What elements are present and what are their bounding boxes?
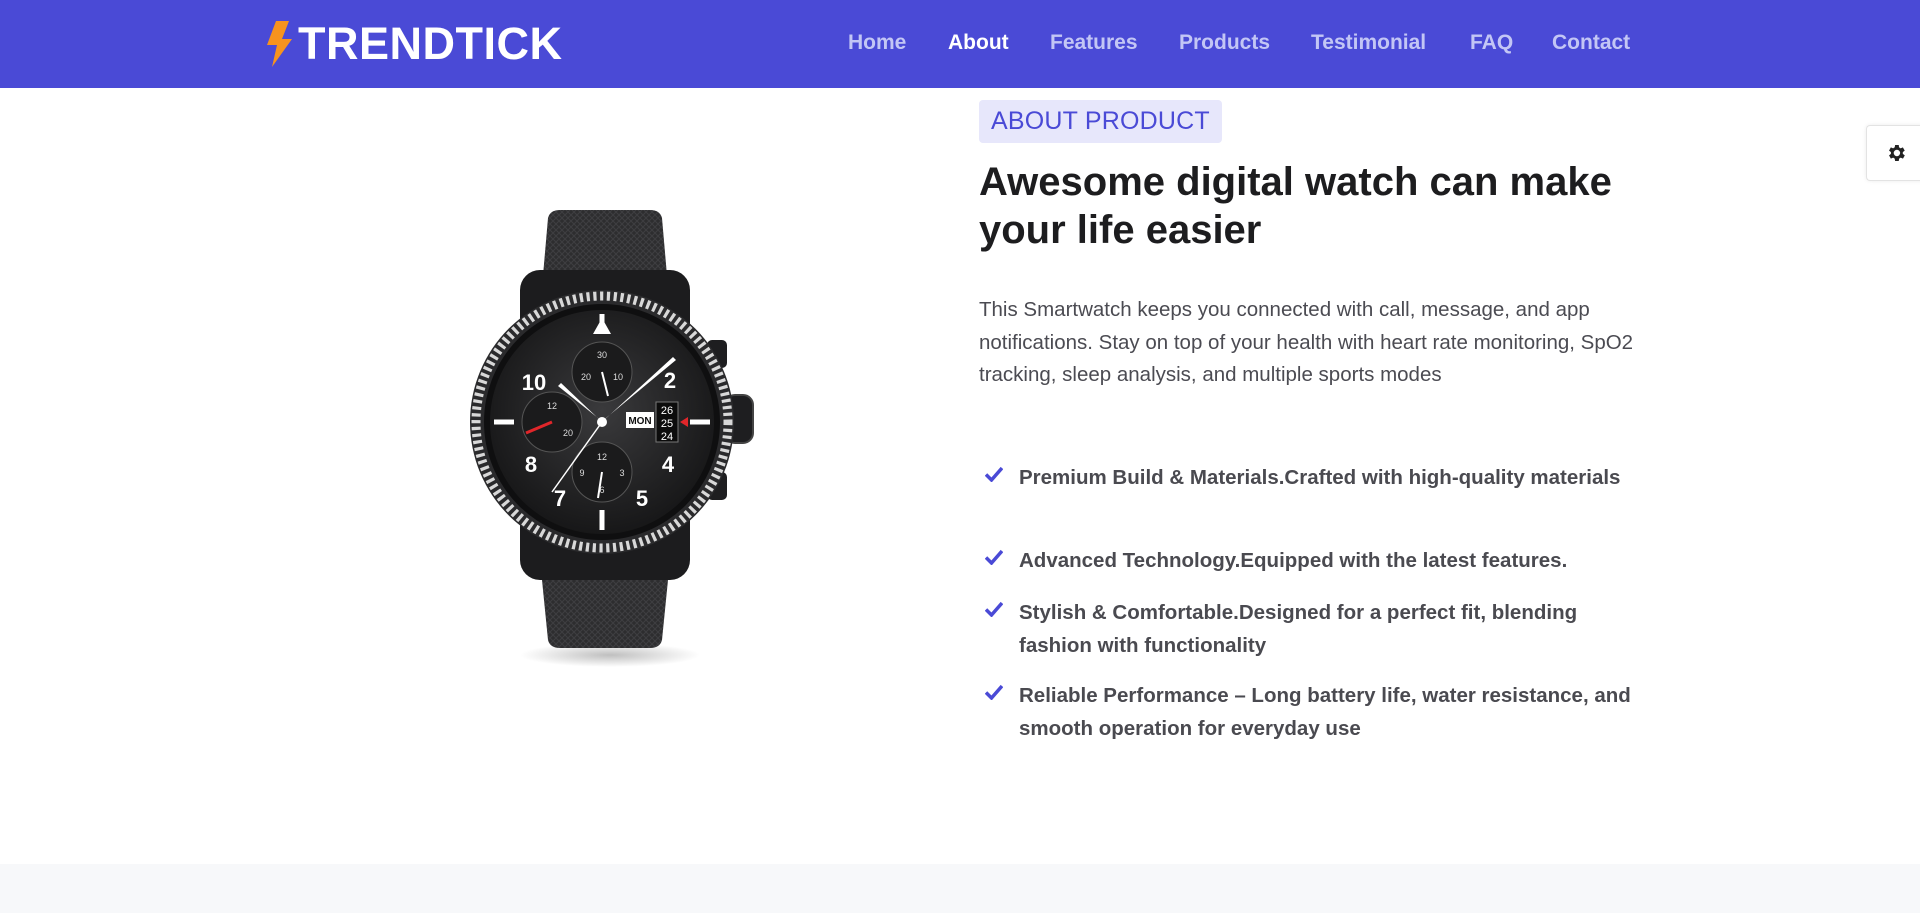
about-description: This Smartwatch keeps you connected with…: [979, 298, 1634, 386]
subdial-bottom-label: 9: [579, 468, 584, 478]
nav-features[interactable]: Features: [1050, 31, 1138, 55]
dial-numeral: 5: [636, 486, 648, 511]
check-icon: [979, 545, 1019, 578]
brand-logo[interactable]: TRENDTICK: [264, 16, 562, 72]
subdial-bottom-label: 3: [619, 468, 624, 478]
smartwatch-product-image: 10 2 8 4 7 5 30 20 10 12 20 12 9 3 6 MON…: [470, 210, 754, 667]
date-label: 25: [661, 418, 673, 430]
subdial-left-label: 20: [563, 428, 573, 438]
subdial-left-label: 12: [547, 401, 557, 411]
feature-text: Reliable Performance – Long battery life…: [1019, 684, 1631, 740]
feature-item: Reliable Performance – Long battery life…: [979, 680, 1639, 745]
date-label: 24: [661, 431, 673, 443]
subdial-bottom-label: 12: [597, 452, 607, 462]
settings-button[interactable]: [1866, 125, 1920, 181]
nav-testimonial[interactable]: Testimonial: [1311, 31, 1426, 55]
check-icon: [979, 680, 1019, 745]
nav-faq[interactable]: FAQ: [1470, 31, 1513, 55]
dial-numeral: 4: [662, 452, 675, 477]
feature-text: Stylish & Comfortable.Designed for a per…: [1019, 601, 1578, 657]
subdial-top-label: 20: [581, 372, 591, 382]
brand-name: TRENDTICK: [298, 18, 563, 69]
feature-item: Stylish & Comfortable.Designed for a per…: [979, 597, 1639, 662]
day-label: MON: [628, 416, 651, 427]
next-section-background: [0, 864, 1920, 913]
feature-text: Advanced Technology.Equipped with the la…: [1019, 549, 1568, 572]
dial-numeral: 10: [522, 370, 546, 395]
navbar: TRENDTICK Home About Features Products T…: [0, 0, 1920, 88]
nav-products[interactable]: Products: [1179, 31, 1270, 55]
dial-numeral: 2: [664, 368, 676, 393]
gear-icon: [1888, 145, 1905, 161]
dial-numeral: 7: [554, 486, 566, 511]
date-label: 26: [661, 405, 673, 417]
about-badge: ABOUT PRODUCT: [979, 100, 1222, 143]
nav-contact[interactable]: Contact: [1552, 31, 1630, 55]
nav-home[interactable]: Home: [848, 31, 906, 55]
subdial-top-label: 30: [597, 350, 607, 360]
subdial-top-label: 10: [613, 372, 623, 382]
feature-item: Advanced Technology.Equipped with the la…: [979, 545, 1639, 578]
about-headline: Awesome digital watch can make your life…: [979, 160, 1612, 252]
feature-item: Premium Build & Materials.Crafted with h…: [979, 462, 1639, 495]
check-icon: [979, 597, 1019, 662]
check-icon: [979, 462, 1019, 495]
nav-about[interactable]: About: [948, 31, 1009, 55]
lightning-bolt-icon: [267, 21, 292, 67]
dial-numeral: 8: [525, 452, 537, 477]
feature-text: Premium Build & Materials.Crafted with h…: [1019, 466, 1621, 489]
